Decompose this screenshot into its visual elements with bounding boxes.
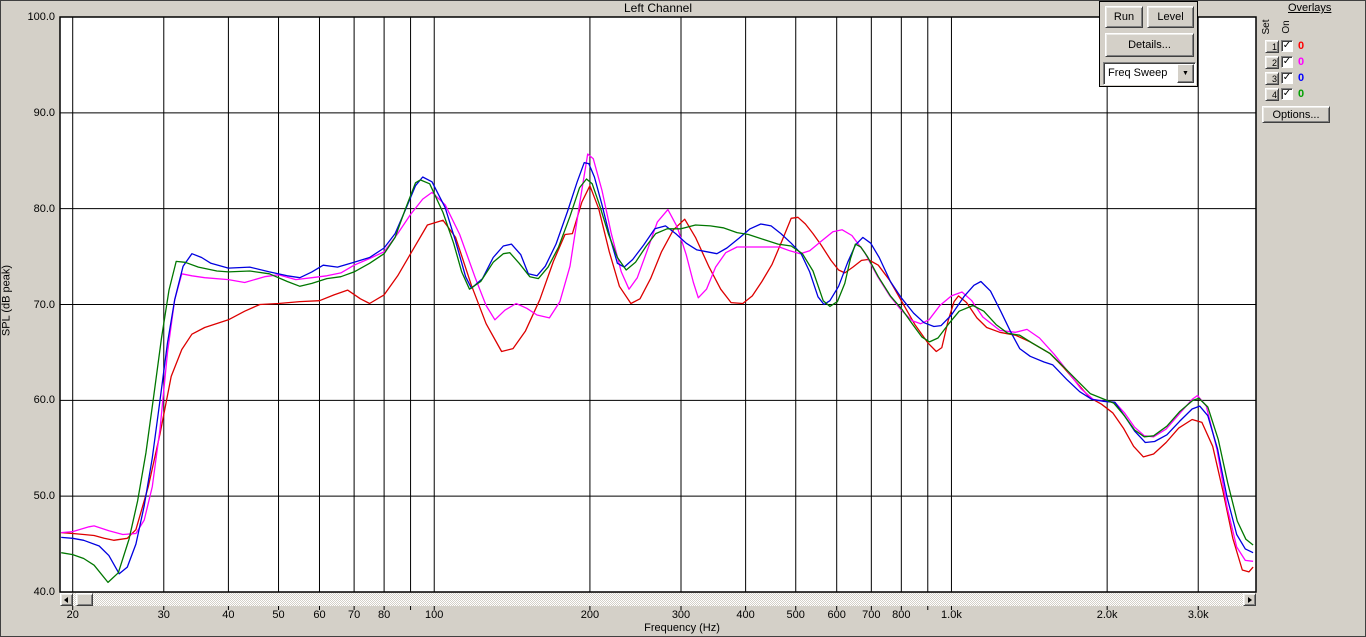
x-axis-label: Frequency (Hz) xyxy=(644,622,720,634)
x-tick-label: 20 xyxy=(66,609,79,621)
sweep-mode-value: Freq Sweep xyxy=(1108,67,1168,79)
measurement-panel: Run Level Details... Freq Sweep ▼ xyxy=(1099,1,1198,87)
x-tick-label: 3.0k xyxy=(1187,609,1209,621)
sweep-mode-dropdown[interactable]: Freq Sweep ▼ xyxy=(1103,62,1196,85)
y-axis-label: SPL (dB peak) xyxy=(0,264,13,337)
x-tick-label: 80 xyxy=(377,609,391,621)
overlay-on-checkbox-1[interactable]: ✓ xyxy=(1281,40,1293,52)
overlay-set-button-3[interactable]: 3 xyxy=(1265,72,1279,85)
scroll-left-button[interactable] xyxy=(60,593,73,606)
overlays-col-on: On xyxy=(1281,20,1292,34)
overlays-title: Overlays xyxy=(1288,2,1332,14)
y-tick-label: 80.0 xyxy=(33,202,55,215)
overlay-on-checkbox-3[interactable]: ✓ xyxy=(1281,72,1293,84)
x-tick-label: 1.0k xyxy=(941,609,962,621)
overlay-value-4: 0 xyxy=(1298,88,1305,100)
x-tick-label: 50 xyxy=(272,609,285,621)
y-tick-label: 100.0 xyxy=(27,11,55,23)
overlay-value-2: 0 xyxy=(1298,56,1305,68)
overlay-on-checkbox-4[interactable]: ✓ xyxy=(1281,88,1293,100)
scroll-right-button[interactable] xyxy=(1243,593,1256,606)
y-tick-label: 90.0 xyxy=(33,106,55,119)
x-tick-label: 200 xyxy=(580,609,600,621)
details-button[interactable]: Details... xyxy=(1105,33,1194,57)
overlays-col-set: Set xyxy=(1261,19,1272,35)
x-tick-label: 300 xyxy=(671,609,691,621)
x-tick-label: 2.0k xyxy=(1096,609,1118,621)
level-button[interactable]: Level xyxy=(1147,6,1194,28)
x-tick-label: 400 xyxy=(736,609,755,621)
overlay-set-button-1[interactable]: 1 xyxy=(1265,40,1279,53)
overlay-set-button-2[interactable]: 2 xyxy=(1265,56,1279,69)
x-tick-label: 40 xyxy=(222,609,235,621)
overlay-value-1: 0 xyxy=(1298,40,1305,52)
run-button[interactable]: Run xyxy=(1105,6,1143,28)
x-tick-label: 500 xyxy=(786,609,805,621)
scrollbar-thumb[interactable] xyxy=(76,593,93,606)
overlay-set-button-4[interactable]: 4 xyxy=(1265,88,1279,101)
y-tick-label: 60.0 xyxy=(33,394,55,407)
options-button[interactable]: Options... xyxy=(1262,106,1330,123)
chart-title: Left Channel xyxy=(623,1,693,15)
chevron-down-icon[interactable]: ▼ xyxy=(1177,64,1194,83)
frequency-scrollbar[interactable] xyxy=(60,593,1256,606)
spl-frequency-chart xyxy=(59,16,1257,610)
x-tick-label: 30 xyxy=(157,609,170,621)
overlay-on-checkbox-2[interactable]: ✓ xyxy=(1281,56,1293,68)
y-tick-label: 40.0 xyxy=(33,586,55,598)
arrow-left-icon xyxy=(64,597,68,603)
x-tick-label: 100 xyxy=(425,609,444,621)
arrow-right-icon xyxy=(1248,597,1252,603)
y-tick-label: 70.0 xyxy=(33,298,55,311)
overlay-value-3: 0 xyxy=(1298,72,1305,84)
scrollbar-track[interactable] xyxy=(60,593,1256,606)
x-tick-label: 800 xyxy=(892,609,911,621)
y-tick-label: 50.0 xyxy=(33,490,55,503)
